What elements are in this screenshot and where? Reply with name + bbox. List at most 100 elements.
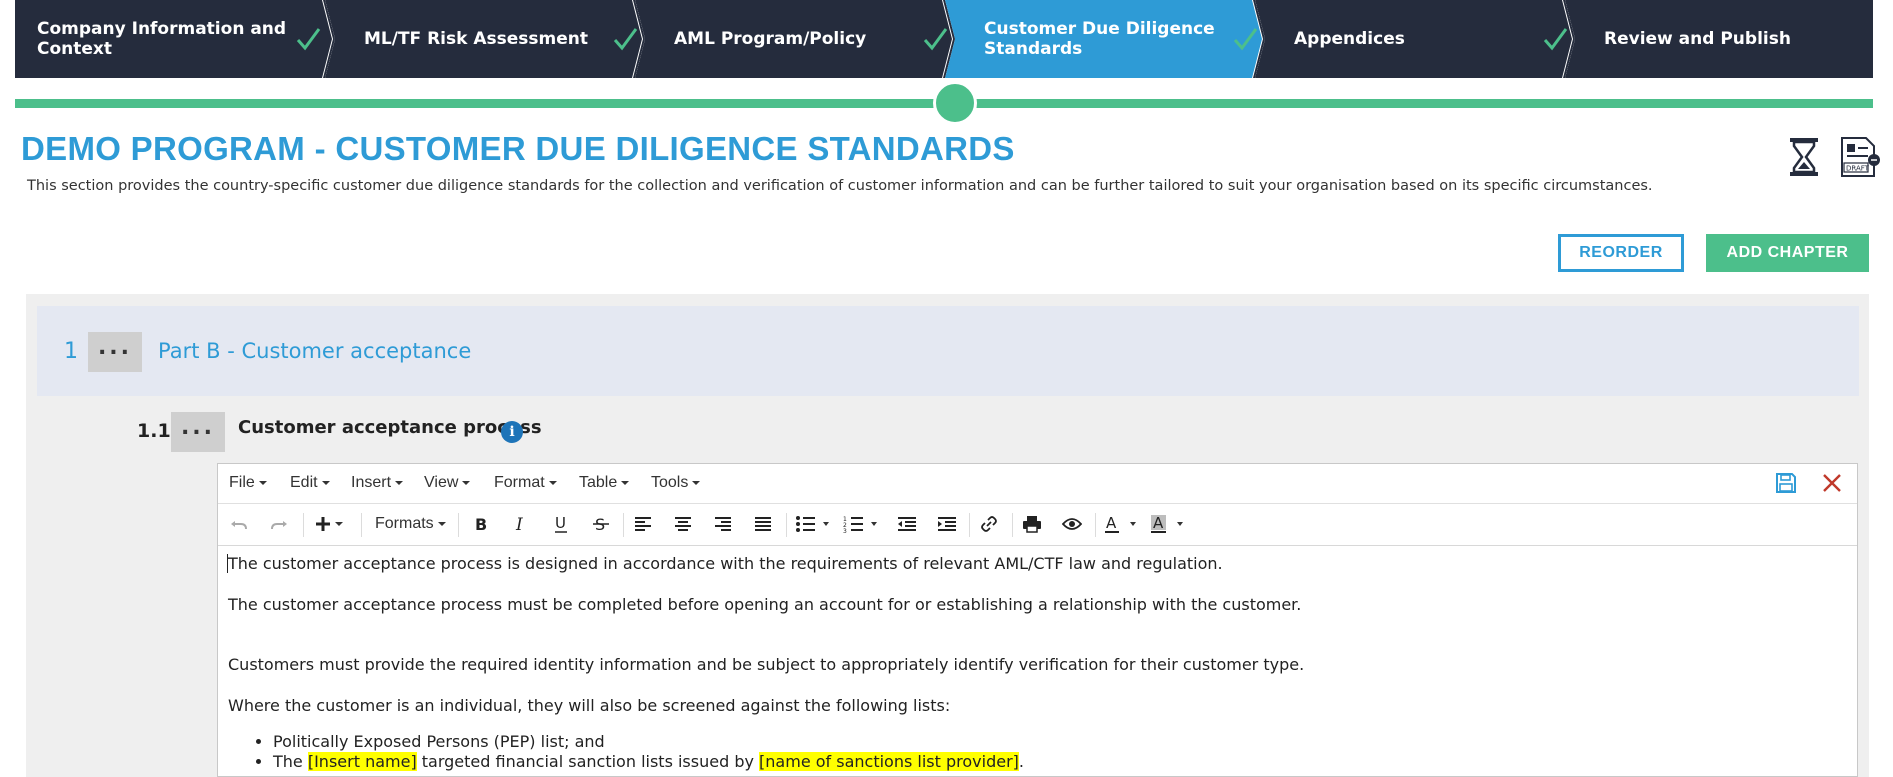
menu-label: Insert bbox=[351, 474, 392, 491]
section-number: 1.1 bbox=[137, 420, 171, 442]
formats-dropdown[interactable]: Formats bbox=[375, 515, 446, 533]
menu-view[interactable]: View bbox=[424, 474, 471, 492]
formats-label: Formats bbox=[375, 515, 434, 532]
italic-icon[interactable]: I bbox=[510, 513, 532, 535]
list-item: The [Insert name] targeted financial san… bbox=[273, 752, 1024, 772]
menu-label: Edit bbox=[290, 474, 318, 491]
print-icon[interactable] bbox=[1021, 513, 1043, 535]
paragraph: The customer acceptance process must be … bbox=[228, 595, 1302, 614]
list-item-text: . bbox=[1018, 752, 1024, 771]
indent-icon[interactable] bbox=[936, 513, 958, 535]
menu-edit[interactable]: Edit bbox=[290, 474, 330, 492]
step-label: Review and Publish bbox=[1604, 29, 1791, 49]
hourglass-icon[interactable] bbox=[1787, 136, 1821, 178]
section-title: Customer acceptance process bbox=[238, 417, 542, 438]
step-customer-due-diligence[interactable]: Customer Due Diligence Standards bbox=[945, 0, 1263, 78]
outdent-icon[interactable] bbox=[896, 513, 918, 535]
svg-text:U: U bbox=[555, 514, 566, 532]
menu-table[interactable]: Table bbox=[579, 474, 630, 492]
caret-down-icon bbox=[395, 480, 404, 485]
bold-icon[interactable]: B bbox=[470, 513, 492, 535]
editor-menubar: File Edit Insert View Format Table Tools bbox=[218, 464, 1857, 504]
chapter-title[interactable]: Part B - Customer acceptance bbox=[158, 339, 471, 363]
chapter-menu-button[interactable]: ... bbox=[88, 332, 142, 372]
step-appendices[interactable]: Appendices bbox=[1255, 0, 1573, 78]
underline-icon[interactable]: U bbox=[550, 513, 572, 535]
strikethrough-icon[interactable]: S bbox=[590, 513, 612, 535]
section-menu-button[interactable]: ... bbox=[171, 412, 225, 452]
add-chapter-button[interactable]: ADD CHAPTER bbox=[1706, 234, 1869, 272]
background-color-icon[interactable]: A bbox=[1151, 513, 1191, 535]
undo-icon[interactable] bbox=[228, 513, 250, 535]
align-justify-icon[interactable] bbox=[752, 513, 774, 535]
step-label-line2: Standards bbox=[984, 39, 1083, 59]
placeholder-highlight: [name of sanctions list provider] bbox=[759, 752, 1019, 771]
caret-down-icon bbox=[692, 480, 701, 485]
step-risk-assessment[interactable]: ML/TF Risk Assessment bbox=[325, 0, 643, 78]
close-icon[interactable] bbox=[1821, 472, 1843, 494]
redo-icon[interactable] bbox=[268, 513, 290, 535]
info-icon[interactable]: i bbox=[501, 421, 523, 443]
editor-toolbar: Formats B I U S 123 A A bbox=[218, 503, 1857, 546]
step-company-information[interactable]: Company Information and Context bbox=[15, 0, 333, 78]
menu-label: File bbox=[229, 474, 255, 491]
placeholder-highlight: [Insert name] bbox=[307, 752, 417, 771]
draft-document-icon[interactable]: DRAFT bbox=[1838, 136, 1880, 178]
svg-text:DRAFT: DRAFT bbox=[1846, 165, 1870, 173]
menu-label: Format bbox=[494, 474, 545, 491]
paragraph: Customers must provide the required iden… bbox=[228, 655, 1305, 674]
text-color-icon[interactable]: A bbox=[1104, 513, 1144, 535]
page-title: DEMO PROGRAM - CUSTOMER DUE DILIGENCE ST… bbox=[21, 130, 1015, 167]
step-label: AML Program/Policy bbox=[674, 29, 867, 49]
progress-indicator bbox=[933, 81, 977, 125]
list-item: Politically Exposed Persons (PEP) list; … bbox=[273, 732, 1024, 752]
caret-down-icon bbox=[437, 521, 446, 526]
checkmark-icon bbox=[1232, 26, 1258, 52]
preview-icon[interactable] bbox=[1061, 513, 1083, 535]
bullet-list: Politically Exposed Persons (PEP) list; … bbox=[228, 732, 1024, 772]
numbered-list-icon[interactable]: 123 bbox=[843, 513, 883, 535]
progress-stepper: Company Information and Context ML/TF Ri… bbox=[15, 0, 1873, 78]
menu-file[interactable]: File bbox=[229, 474, 267, 492]
chapter-number: 1 bbox=[64, 339, 78, 364]
menu-label: Tools bbox=[651, 474, 689, 491]
svg-text:A: A bbox=[1106, 514, 1117, 532]
menu-tools[interactable]: Tools bbox=[651, 474, 701, 492]
caret-down-icon bbox=[258, 480, 267, 485]
step-aml-program[interactable]: AML Program/Policy bbox=[635, 0, 953, 78]
reorder-button[interactable]: REORDER bbox=[1558, 234, 1684, 272]
menu-label: View bbox=[424, 474, 459, 491]
align-right-icon[interactable] bbox=[712, 513, 734, 535]
rich-text-editor: File Edit Insert View Format Table Tools… bbox=[217, 463, 1858, 777]
bullet-list-icon[interactable] bbox=[795, 513, 835, 535]
menu-label: Table bbox=[579, 474, 618, 491]
align-center-icon[interactable] bbox=[672, 513, 694, 535]
link-icon[interactable] bbox=[978, 513, 1000, 535]
page-description: This section provides the country-specif… bbox=[27, 178, 1653, 194]
step-label-line1: Company Information and bbox=[37, 19, 287, 39]
step-label: Company Information and Context bbox=[37, 19, 286, 59]
menu-insert[interactable]: Insert bbox=[351, 474, 404, 492]
caret-down-icon bbox=[321, 480, 330, 485]
svg-text:I: I bbox=[515, 515, 523, 533]
menu-format[interactable]: Format bbox=[494, 474, 557, 492]
caret-down-icon bbox=[462, 480, 471, 485]
align-left-icon[interactable] bbox=[632, 513, 654, 535]
svg-text:A: A bbox=[1153, 514, 1164, 532]
step-review-publish[interactable]: Review and Publish bbox=[1565, 0, 1873, 78]
insert-plus-icon[interactable] bbox=[313, 513, 349, 535]
svg-text:B: B bbox=[475, 515, 487, 533]
paragraph: The customer acceptance process is desig… bbox=[227, 554, 1223, 573]
step-label-line1: Customer Due Diligence bbox=[984, 19, 1215, 39]
svg-text:3: 3 bbox=[843, 528, 847, 533]
text-cursor bbox=[227, 554, 228, 573]
list-item-text: The bbox=[273, 752, 308, 771]
checkmark-icon bbox=[612, 26, 638, 52]
checkmark-icon bbox=[1542, 26, 1568, 52]
caret-down-icon bbox=[548, 480, 557, 485]
step-label: Appendices bbox=[1294, 29, 1405, 49]
caret-down-icon bbox=[621, 480, 630, 485]
paragraph-text: The customer acceptance process is desig… bbox=[228, 554, 1223, 573]
save-icon[interactable] bbox=[1775, 472, 1797, 494]
step-label: Customer Due Diligence Standards bbox=[984, 19, 1215, 59]
